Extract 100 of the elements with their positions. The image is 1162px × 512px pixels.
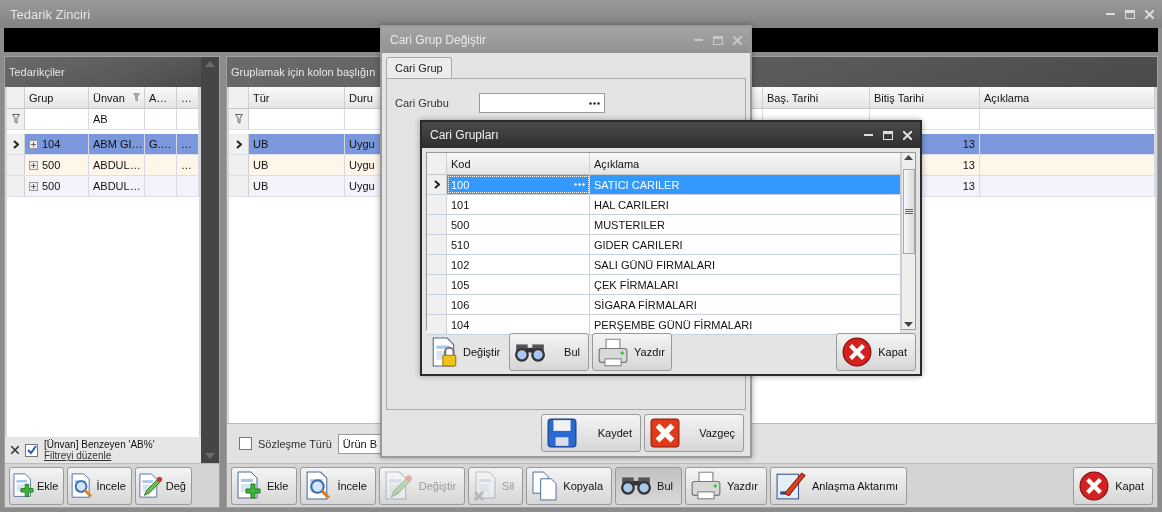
document-plus-icon [237, 470, 261, 501]
dialog-button[interactable]: Değiştir [426, 333, 506, 371]
column-header[interactable]: Baş. Tarihi [763, 87, 870, 108]
table-cell: Uygu [349, 159, 375, 171]
table-row[interactable]: 104 ABM GI… G.… … [7, 134, 199, 155]
maximize-icon[interactable] [883, 130, 893, 140]
dialog-title: Cari Grupları [430, 128, 499, 142]
row-pointer-icon [12, 139, 19, 149]
table-row[interactable]: 500 MUSTERILER [427, 215, 901, 235]
filter-value[interactable]: AB [93, 113, 108, 125]
table-cell: 101 [447, 195, 590, 214]
table-row[interactable]: 105 ÇEK FİRMALARI [427, 275, 901, 295]
column-header[interactable]: Bitiş Tarihi [870, 87, 980, 108]
table-cell: UB [253, 180, 269, 192]
row-indicator [427, 315, 447, 334]
toolbar-button[interactable]: Bul [615, 466, 682, 505]
toolbar-button[interactable]: İncele [67, 466, 132, 505]
row-indicator [427, 195, 447, 214]
column-header[interactable]: A… [145, 87, 177, 108]
table-cell: 500 [42, 159, 61, 171]
table-cell: UB [253, 159, 269, 171]
group-field[interactable] [478, 93, 605, 113]
table-row[interactable]: 101 HAL CARILERI [427, 195, 901, 215]
table-row[interactable]: 510 GIDER CARILERI [427, 235, 901, 255]
row-pointer-icon [433, 180, 440, 189]
toolbar-button[interactable]: Ekle [9, 466, 65, 505]
dialog-button[interactable]: Kaydet [541, 414, 641, 452]
table-cell: 510 [447, 235, 590, 254]
table-cell: Uygu [349, 180, 375, 192]
binoculars-icon [515, 341, 545, 363]
table-cell: 13 [962, 159, 975, 171]
table-cell: 500 [42, 180, 61, 192]
expand-icon[interactable] [29, 160, 38, 170]
column-header[interactable]: Açıklama [980, 87, 1155, 108]
filter-icon[interactable] [234, 114, 243, 124]
toolbar-button[interactable]: Kopyala [526, 466, 613, 505]
expand-icon[interactable] [29, 181, 38, 191]
checkbox[interactable] [239, 437, 252, 450]
table-cell: ABDUL… [93, 180, 141, 192]
column-header[interactable]: Tür [249, 87, 345, 108]
row-indicator [427, 235, 447, 254]
field-label: Sözleşme Türü [258, 437, 332, 450]
close-button[interactable]: Kapat [1073, 466, 1153, 505]
close-icon[interactable] [11, 446, 19, 454]
printer-icon [690, 471, 721, 500]
ellipsis-icon[interactable] [588, 101, 600, 105]
toolbar-button[interactable]: İncele [300, 466, 376, 505]
column-header[interactable]: Kod [447, 153, 590, 174]
table-cell: 102 [447, 255, 590, 274]
row-indicator [7, 155, 25, 175]
expand-icon[interactable] [29, 139, 38, 149]
table-cell: 104 [42, 138, 61, 150]
row-indicator [7, 176, 25, 196]
filter-text: [Ünvan] Benzeyen 'AB%' [44, 439, 155, 450]
close-icon [1079, 470, 1110, 501]
dialog-button[interactable]: Yazdır [592, 333, 672, 371]
column-header[interactable]: Ünvan [89, 87, 145, 108]
cancel-icon [650, 418, 680, 448]
table-row[interactable]: 500 ABDUL… … [7, 155, 199, 176]
checkbox[interactable] [25, 443, 38, 457]
tab[interactable]: Cari Grup [386, 57, 452, 78]
close-button[interactable]: Kapat [836, 333, 916, 371]
document-x-icon [474, 470, 497, 501]
scroll-thumb[interactable] [902, 168, 915, 254]
field-label: Cari Grubu [395, 97, 449, 109]
dialog-button[interactable]: Vazgeç [644, 414, 744, 452]
documents-icon [532, 470, 558, 501]
filter-icon[interactable] [11, 114, 20, 124]
toolbar-button[interactable]: Ekle [231, 466, 298, 505]
document-pencil-icon [384, 470, 413, 501]
edit-filter-link[interactable]: Filtreyi düzenle [44, 450, 155, 461]
table-cell: 13 [962, 180, 975, 192]
table-cell: 105 [447, 275, 590, 294]
row-indicator [427, 275, 447, 294]
table-row[interactable]: 106 SİGARA FİRMALARI [427, 295, 901, 315]
table-cell: … [181, 159, 192, 171]
dialog-title: Cari Grup Değiştir [390, 33, 487, 47]
row-pointer-icon [235, 139, 242, 149]
table-cell: Uygu [349, 138, 375, 150]
table-cell: ABM GI… [93, 138, 143, 150]
scroll-down-icon[interactable] [904, 322, 913, 327]
scrollbar[interactable] [901, 153, 915, 329]
dialog-button[interactable]: Bul [509, 333, 589, 371]
table-cell: ABDUL… [93, 159, 141, 171]
table-row[interactable]: 500 ABDUL… [7, 176, 199, 197]
table-row[interactable]: 104 PERŞEMBE GÜNÜ FİRMALARI [427, 315, 901, 335]
table-cell: 106 [447, 295, 590, 314]
toolbar-button[interactable]: Yazdır [684, 466, 767, 505]
window-title: Tedarik Zinciri [10, 6, 91, 22]
toolbar-button[interactable]: Değ [134, 466, 192, 505]
table-cell: … [181, 138, 192, 150]
table-cell: 500 [447, 215, 590, 234]
table-row[interactable]: 102 SALI GÜNÜ FIRMALARI [427, 255, 901, 275]
document-lock-icon [432, 337, 457, 367]
column-header[interactable]: Grup [25, 87, 89, 108]
document-pencil-icon [138, 472, 163, 499]
column-header[interactable]: … [177, 87, 199, 108]
table-cell: UB [253, 138, 269, 150]
table-cell: 13 [962, 138, 975, 150]
toolbar-button[interactable]: Anlaşma Aktarımı [769, 466, 908, 505]
